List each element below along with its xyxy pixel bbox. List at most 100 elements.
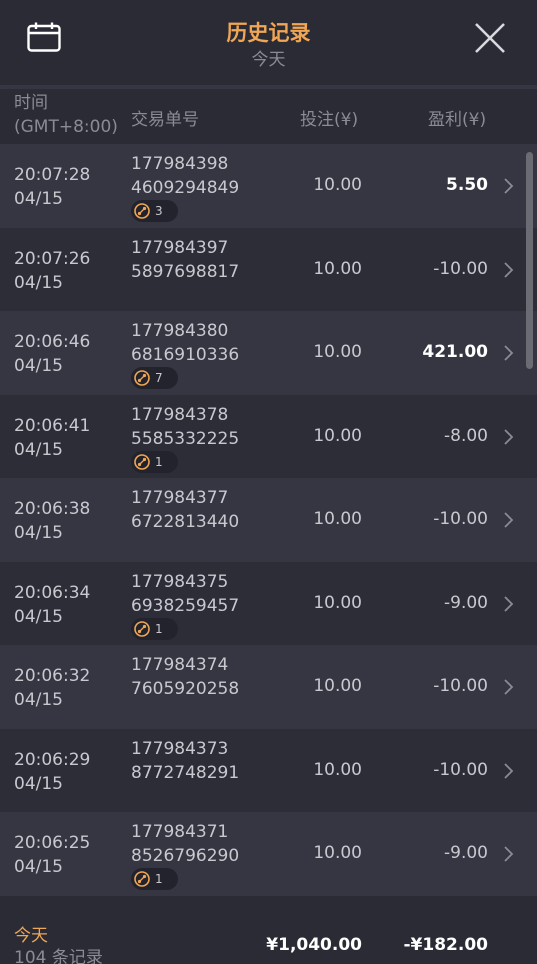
chevron-right-icon[interactable] bbox=[502, 428, 514, 445]
row-order-line-2: 5585332225 bbox=[131, 428, 240, 449]
row-date: 04/15 bbox=[14, 189, 63, 209]
row-order-number: 177984397 5897698817 bbox=[131, 236, 239, 284]
row-datetime: 20:06:38 04/15 bbox=[14, 497, 90, 545]
row-order-line-1: 177984375 bbox=[131, 571, 229, 592]
row-time: 20:06:32 bbox=[14, 666, 91, 686]
row-profit: 5.50 bbox=[446, 175, 488, 195]
row-order-line-1: 177984373 bbox=[131, 738, 229, 759]
row-order-number: 177984380 6816910336 bbox=[131, 319, 239, 367]
row-order-number: 177984373 8772748291 bbox=[131, 737, 239, 785]
row-bet: 10.00 bbox=[313, 175, 362, 195]
history-row[interactable]: 20:06:29 04/15 177984373 8772748291 10.00 -10… bbox=[0, 728, 537, 812]
header: 历史记录 今天 bbox=[0, 0, 537, 89]
row-date: 04/15 bbox=[14, 439, 63, 460]
history-page: 历史记录 今天 时间 (GMT+8:00) 交易单号 投注(¥) 盈利(¥) 2… bbox=[0, 0, 537, 964]
row-bet: 10.00 bbox=[313, 258, 362, 279]
page-title: 历史记录 bbox=[226, 21, 311, 45]
row-bet: 10.00 bbox=[313, 843, 362, 863]
summary-record-count: 104 条记录 bbox=[14, 948, 103, 964]
history-row[interactable]: 20:07:28 04/15 177984398 4609294849 3 10.00 5.… bbox=[0, 144, 537, 228]
scrollbar[interactable] bbox=[526, 152, 533, 369]
row-time: 20:06:46 bbox=[14, 332, 91, 352]
chevron-right-icon[interactable] bbox=[502, 261, 514, 278]
row-order-line-1: 177984380 bbox=[131, 321, 229, 341]
row-profit: 421.00 bbox=[422, 342, 488, 362]
summary-total-profit: -¥182.00 bbox=[403, 935, 489, 955]
row-time: 20:07:28 bbox=[14, 165, 91, 185]
row-badge: 3 bbox=[131, 200, 178, 222]
row-order-number: 177984398 4609294849 bbox=[131, 152, 239, 200]
row-order-line-2: 5897698817 bbox=[131, 261, 240, 282]
row-date: 04/15 bbox=[14, 272, 63, 293]
row-datetime: 20:06:25 04/15 bbox=[14, 831, 90, 879]
row-time: 20:06:25 bbox=[14, 833, 91, 853]
row-badge: 1 bbox=[131, 617, 178, 640]
row-bet: 10.00 bbox=[313, 342, 362, 362]
history-row[interactable]: 20:06:41 04/15 177984378 5585332225 1 10.00 -8… bbox=[0, 394, 537, 478]
row-bet: 10.00 bbox=[313, 676, 362, 696]
chevron-right-icon[interactable] bbox=[502, 846, 514, 862]
row-order-line-2: 6938259457 bbox=[131, 595, 240, 616]
history-row[interactable]: 20:06:34 04/15 177984375 6938259457 1 10.00 -9… bbox=[0, 561, 537, 645]
row-order-line-1: 177984377 bbox=[131, 488, 229, 508]
history-row[interactable]: 20:06:32 04/15 177984374 7605920258 10.00 -10… bbox=[0, 645, 537, 729]
history-row[interactable]: 20:06:38 04/15 177984377 6722813440 10.00 -10… bbox=[0, 478, 537, 562]
row-time: 20:06:38 bbox=[14, 499, 91, 519]
row-date: 04/15 bbox=[14, 356, 63, 376]
column-header-timezone: (GMT+8:00) bbox=[14, 117, 118, 137]
column-header-profit: 盈利(¥) bbox=[428, 110, 487, 130]
row-order-line-2: 6722813440 bbox=[131, 512, 240, 532]
row-order-line-2: 8772748291 bbox=[131, 762, 240, 783]
summary-footer: 今天 104 条记录 ¥1,040.00 -¥182.00 bbox=[0, 907, 537, 964]
chevron-right-icon[interactable] bbox=[502, 178, 514, 194]
row-profit: -9.00 bbox=[444, 592, 488, 613]
row-order-number: 177984374 7605920258 bbox=[131, 653, 239, 701]
row-badge-count: 3 bbox=[155, 204, 163, 218]
row-datetime: 20:07:26 04/15 bbox=[14, 247, 90, 295]
row-bet: 10.00 bbox=[313, 425, 362, 446]
row-profit: -8.00 bbox=[444, 425, 488, 446]
row-order-line-2: 8526796290 bbox=[131, 846, 240, 866]
column-header-order: 交易单号 bbox=[131, 110, 199, 130]
row-time: 20:07:26 bbox=[14, 248, 91, 269]
row-datetime: 20:07:28 04/15 bbox=[14, 163, 90, 211]
row-profit: -10.00 bbox=[433, 759, 488, 780]
chevron-right-icon[interactable] bbox=[502, 512, 514, 528]
history-row[interactable]: 20:07:26 04/15 177984397 5897698817 10.00 -10… bbox=[0, 227, 537, 311]
chevron-right-icon[interactable] bbox=[502, 595, 514, 612]
history-list[interactable]: 20:07:28 04/15 177984398 4609294849 3 10.00 5.… bbox=[0, 144, 537, 907]
column-headers: 时间 (GMT+8:00) 交易单号 投注(¥) 盈利(¥) bbox=[0, 89, 537, 144]
chevron-right-icon[interactable] bbox=[502, 345, 514, 361]
chevron-right-icon[interactable] bbox=[502, 679, 514, 695]
page-subtitle: 今天 bbox=[251, 50, 286, 70]
row-order-line-1: 177984397 bbox=[131, 237, 229, 258]
row-date: 04/15 bbox=[14, 523, 63, 543]
row-order-line-1: 177984374 bbox=[131, 655, 229, 675]
row-datetime: 20:06:32 04/15 bbox=[14, 664, 90, 712]
row-datetime: 20:06:34 04/15 bbox=[14, 581, 90, 629]
row-order-line-1: 177984378 bbox=[131, 404, 229, 425]
row-datetime: 20:06:41 04/15 bbox=[14, 414, 90, 462]
row-badge: 1 bbox=[131, 868, 178, 890]
row-profit: -10.00 bbox=[433, 258, 488, 279]
link-icon bbox=[134, 620, 150, 637]
history-row[interactable]: 20:06:25 04/15 177984371 8526796290 1 10.00 -9… bbox=[0, 812, 537, 896]
row-time: 20:06:34 bbox=[14, 582, 91, 603]
row-badge: 1 bbox=[131, 450, 178, 473]
row-badge-count: 1 bbox=[155, 872, 163, 886]
row-bet: 10.00 bbox=[313, 592, 362, 613]
row-order-number: 177984377 6722813440 bbox=[131, 486, 239, 534]
row-badge-count: 7 bbox=[155, 371, 163, 385]
history-row[interactable]: 20:06:46 04/15 177984380 6816910336 7 10.00 42… bbox=[0, 311, 537, 395]
row-date: 04/15 bbox=[14, 773, 63, 794]
link-icon bbox=[134, 453, 150, 470]
close-icon[interactable] bbox=[474, 22, 506, 54]
chevron-right-icon[interactable] bbox=[502, 762, 514, 779]
row-badge: 7 bbox=[131, 367, 178, 389]
row-time: 20:06:41 bbox=[14, 415, 91, 436]
row-datetime: 20:06:46 04/15 bbox=[14, 330, 90, 378]
column-header-bet: 投注(¥) bbox=[300, 110, 359, 130]
row-order-number: 177984378 5585332225 bbox=[131, 403, 239, 451]
row-order-line-2: 7605920258 bbox=[131, 679, 240, 699]
row-badge-count: 1 bbox=[155, 454, 163, 469]
